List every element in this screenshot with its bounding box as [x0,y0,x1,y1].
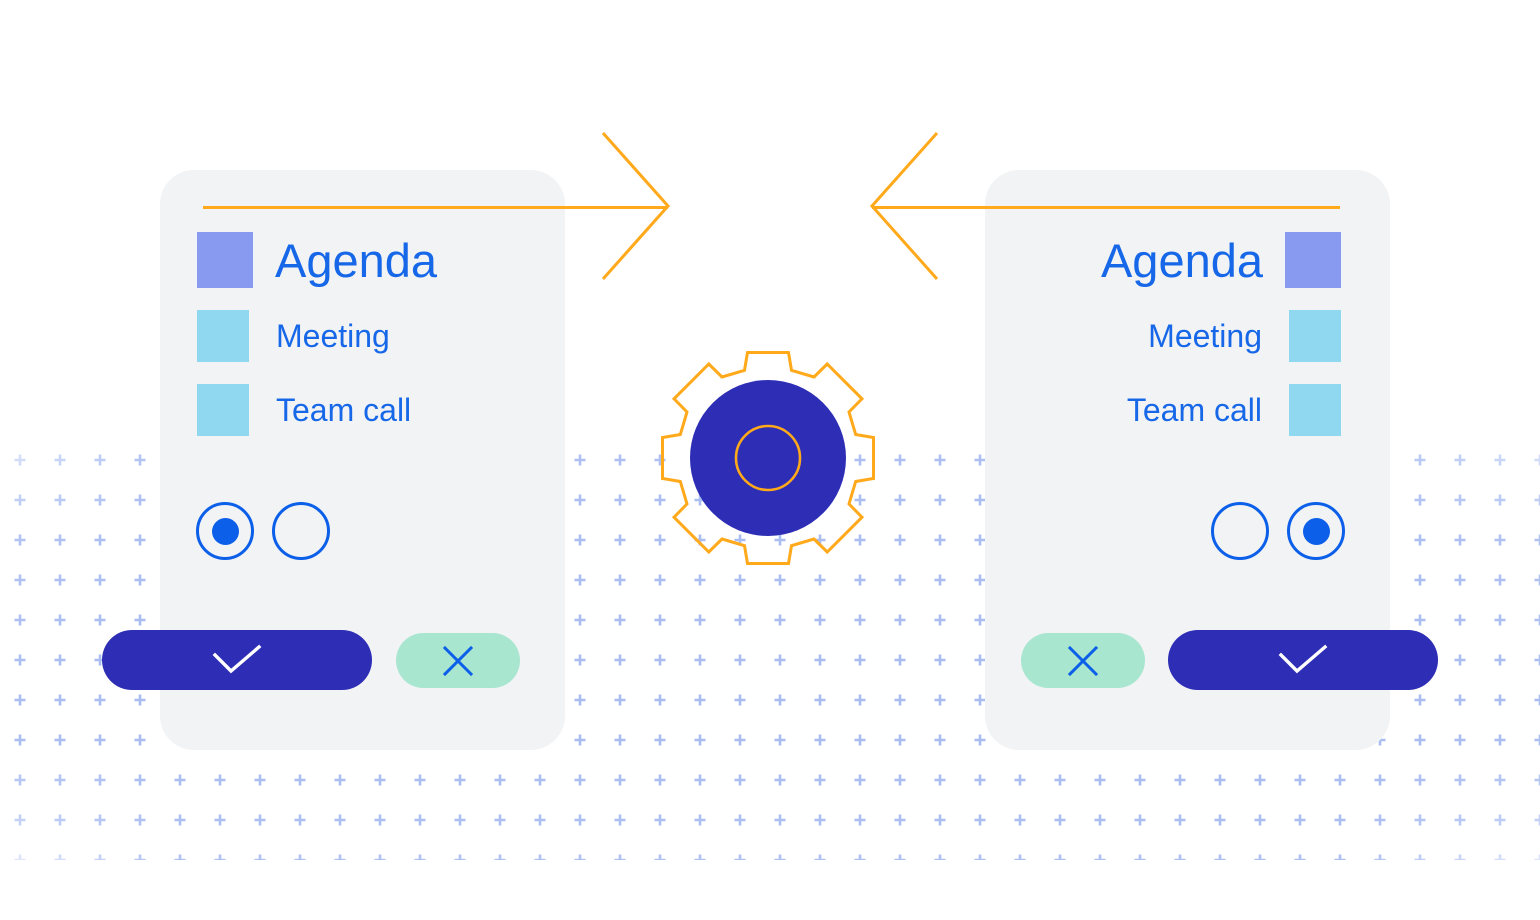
legend-label-meeting: Meeting [276,318,390,354]
check-icon [1278,644,1328,674]
legend-item-meeting-right[interactable]: Meeting [1148,310,1341,362]
radio-group-right [1211,502,1345,560]
legend-item-agenda-right[interactable]: Agenda [1101,232,1341,288]
close-icon [1067,645,1099,676]
sync-arrows [601,132,939,280]
divider-rule-right [872,206,1340,209]
color-swatch-agenda [197,232,253,288]
legend-label-team-call: Team call [276,392,412,428]
color-swatch-agenda [1285,232,1341,288]
illustration-canvas: Agenda Meeting Team call Agenda Meeting … [0,0,1540,920]
radio-dot-icon [1302,517,1330,545]
legend-item-meeting-left[interactable]: Meeting [197,310,390,362]
confirm-button-left[interactable] [102,630,372,690]
legend-label-agenda: Agenda [1100,233,1263,287]
close-icon [442,645,474,676]
radio-option-2-right[interactable] [1287,502,1345,560]
color-swatch-meeting [197,310,249,362]
legend-label-team-call: Team call [1126,392,1262,428]
legend-list-left: Agenda Meeting Team call [197,232,437,458]
color-swatch-team-call [1289,384,1341,436]
gear-core [690,380,846,536]
gear-icon [661,351,875,565]
radio-group-left [196,502,330,560]
legend-list-right: Agenda Meeting Team call [985,232,1341,458]
legend-label-meeting: Meeting [1148,318,1262,354]
radio-option-2-left[interactable] [272,502,330,560]
cancel-button-left[interactable] [396,633,520,688]
legend-label-agenda: Agenda [275,233,438,287]
cancel-button-right[interactable] [1021,633,1145,688]
radio-option-1-left[interactable] [196,502,254,560]
radio-dot-icon [211,517,239,545]
divider-rule-left [203,206,668,209]
confirm-button-right[interactable] [1168,630,1438,690]
legend-item-agenda-left[interactable]: Agenda [197,232,437,288]
radio-option-1-right[interactable] [1211,502,1269,560]
color-swatch-meeting [1289,310,1341,362]
check-icon [212,644,262,674]
color-swatch-team-call [197,384,249,436]
legend-item-team-call-right[interactable]: Team call [1127,384,1341,436]
legend-item-team-call-left[interactable]: Team call [197,384,411,436]
